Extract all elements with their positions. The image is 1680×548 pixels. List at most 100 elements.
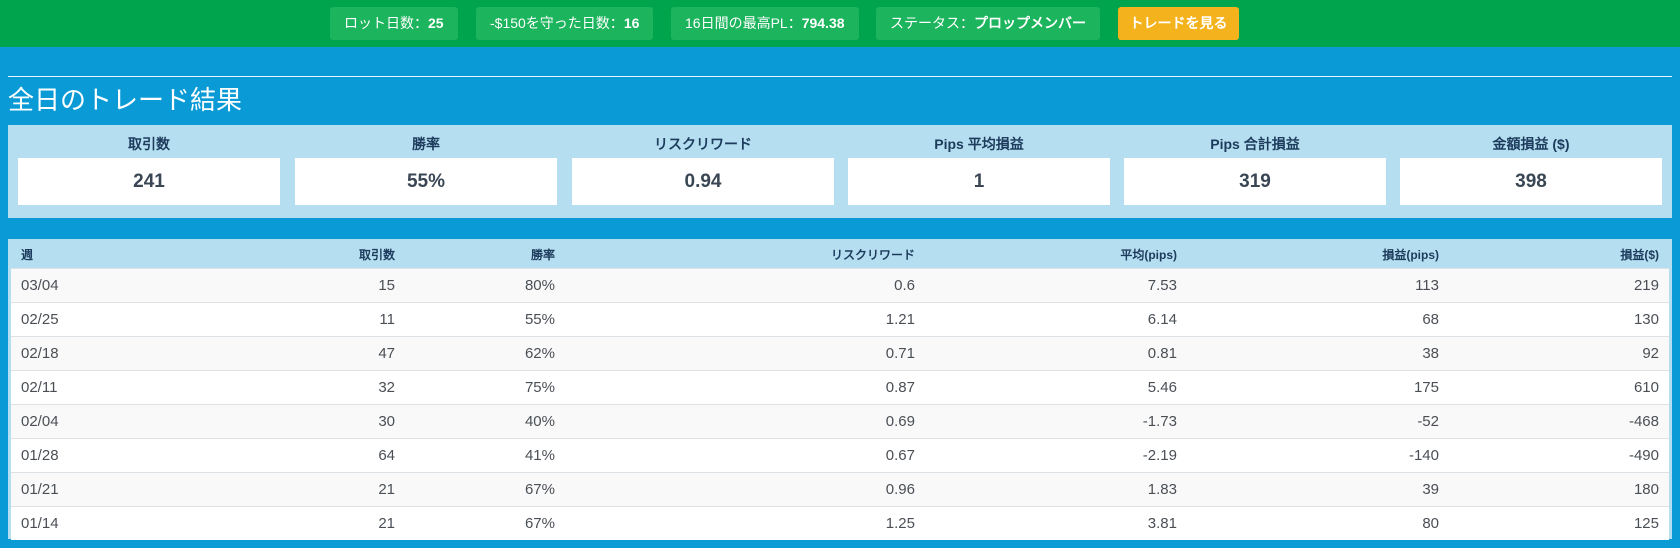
cell-win-rate: 62% [405,335,565,370]
cell-week: 01/28 [11,437,211,472]
cell-pl-pips: 68 [1187,301,1449,336]
cell-risk-reward: 0.67 [565,437,925,472]
status-pill: ステータス：プロップメンバー [876,7,1100,40]
cell-week: 01/14 [11,505,211,540]
col-header-win-rate[interactable]: 勝率 [405,242,565,268]
summary-label: 取引数 [128,136,170,152]
col-header-week[interactable]: 週 [11,242,211,268]
cell-risk-reward: 0.6 [565,267,925,302]
cell-pl-dollar: 610 [1449,369,1669,404]
summary-value: 1 [848,158,1110,205]
cell-risk-reward: 1.21 [565,301,925,336]
cell-trades: 32 [211,369,405,404]
cell-win-rate: 80% [405,267,565,302]
cell-pl-pips: 80 [1187,505,1449,540]
cell-win-rate: 40% [405,403,565,438]
cell-avg-pips: -1.73 [925,403,1187,438]
cell-trades: 30 [211,403,405,438]
protected-days-pill: -$150を守った日数：16 [476,7,654,40]
cell-week: 03/04 [11,267,211,302]
cell-avg-pips: 5.46 [925,369,1187,404]
cell-avg-pips: 3.81 [925,505,1187,540]
cell-pl-dollar: 92 [1449,335,1669,370]
cell-avg-pips: 0.81 [925,335,1187,370]
cell-pl-dollar: -468 [1449,403,1669,438]
cell-pl-pips: 38 [1187,335,1449,370]
page-title: 全日のトレード結果 [8,85,243,115]
cell-pl-dollar: 125 [1449,505,1669,540]
summary-total-pips: Pips 合計損益 319 [1124,125,1386,218]
cell-win-rate: 75% [405,369,565,404]
max-pl-value: 794.38 [801,15,845,31]
col-header-trades[interactable]: 取引数 [211,242,405,268]
cell-week: 01/21 [11,471,211,506]
cell-trades: 47 [211,335,405,370]
cell-avg-pips: 6.14 [925,301,1187,336]
view-trades-button[interactable]: トレードを見る [1118,7,1239,40]
cell-trades: 11 [211,301,405,336]
cell-pl-pips: 175 [1187,369,1449,404]
table-row: 03/04 15 80% 0.6 7.53 113 219 [11,267,1669,302]
summary-value: 241 [18,158,280,205]
cell-win-rate: 41% [405,437,565,472]
cell-risk-reward: 0.69 [565,403,925,438]
cell-pl-dollar: -490 [1449,437,1669,472]
cell-trades: 15 [211,267,405,302]
cell-win-rate: 55% [405,301,565,336]
col-header-avg-pips[interactable]: 平均(pips) [925,242,1187,268]
summary-dollar-pl: 金額損益 ($) 398 [1400,125,1662,218]
lot-days-pill: ロット日数：25 [330,7,458,40]
col-header-pl-pips[interactable]: 損益(pips) [1187,242,1449,268]
cell-avg-pips: 1.83 [925,471,1187,506]
col-header-pl-dollar[interactable]: 損益($) [1449,242,1669,268]
section-divider [8,76,1672,77]
cell-trades: 21 [211,471,405,506]
cell-risk-reward: 0.87 [565,369,925,404]
cell-pl-pips: -52 [1187,403,1449,438]
cell-risk-reward: 1.25 [565,505,925,540]
summary-trades: 取引数 241 [18,125,280,218]
cell-pl-dollar: 180 [1449,471,1669,506]
cell-pl-pips: 39 [1187,471,1449,506]
summary-risk-reward: リスクリワード 0.94 [572,125,834,218]
table-row: 02/04 30 40% 0.69 -1.73 -52 -468 [11,403,1669,438]
cell-week: 02/18 [11,335,211,370]
summary-win-rate: 勝率 55% [295,125,557,218]
cell-trades: 64 [211,437,405,472]
cell-week: 02/11 [11,369,211,404]
summary-panel: 取引数 241 勝率 55% リスクリワード 0.94 Pips 平均損益 1 … [8,125,1672,218]
weekly-results-panel: 週 取引数 勝率 リスクリワード 平均(pips) 損益(pips) 損益($)… [8,239,1672,540]
cell-pl-pips: -140 [1187,437,1449,472]
table-header-row: 週 取引数 勝率 リスクリワード 平均(pips) 損益(pips) 損益($) [11,242,1669,268]
summary-avg-pips: Pips 平均損益 1 [848,125,1110,218]
summary-label: 金額損益 ($) [1492,136,1570,152]
cell-pl-pips: 113 [1187,267,1449,302]
top-status-bar: ロット日数：25 -$150を守った日数：16 16日間の最高PL：794.38… [0,0,1680,47]
protected-days-label: -$150を守った日数： [490,15,624,31]
max-pl-label: 16日間の最高PL： [685,15,802,31]
summary-label: Pips 平均損益 [934,136,1024,152]
col-header-risk-reward[interactable]: リスクリワード [565,242,925,268]
table-row: 02/25 11 55% 1.21 6.14 68 130 [11,301,1669,336]
cell-risk-reward: 0.71 [565,335,925,370]
summary-value: 398 [1400,158,1662,205]
table-row: 02/18 47 62% 0.71 0.81 38 92 [11,335,1669,370]
table-row: 01/21 21 67% 0.96 1.83 39 180 [11,471,1669,506]
lot-days-value: 25 [428,15,444,31]
table-row: 01/28 64 41% 0.67 -2.19 -140 -490 [11,437,1669,472]
weekly-results-table: 週 取引数 勝率 リスクリワード 平均(pips) 損益(pips) 損益($)… [11,242,1669,540]
cell-trades: 21 [211,505,405,540]
cell-pl-dollar: 219 [1449,267,1669,302]
cell-win-rate: 67% [405,505,565,540]
status-value: プロップメンバー [974,15,1086,31]
cell-avg-pips: 7.53 [925,267,1187,302]
cell-win-rate: 67% [405,471,565,506]
summary-label: リスクリワード [654,136,752,152]
summary-value: 0.94 [572,158,834,205]
lot-days-label: ロット日数： [344,15,428,31]
table-row: 02/11 32 75% 0.87 5.46 175 610 [11,369,1669,404]
cell-week: 02/25 [11,301,211,336]
summary-label: 勝率 [412,136,440,152]
summary-value: 55% [295,158,557,205]
summary-label: Pips 合計損益 [1210,136,1300,152]
